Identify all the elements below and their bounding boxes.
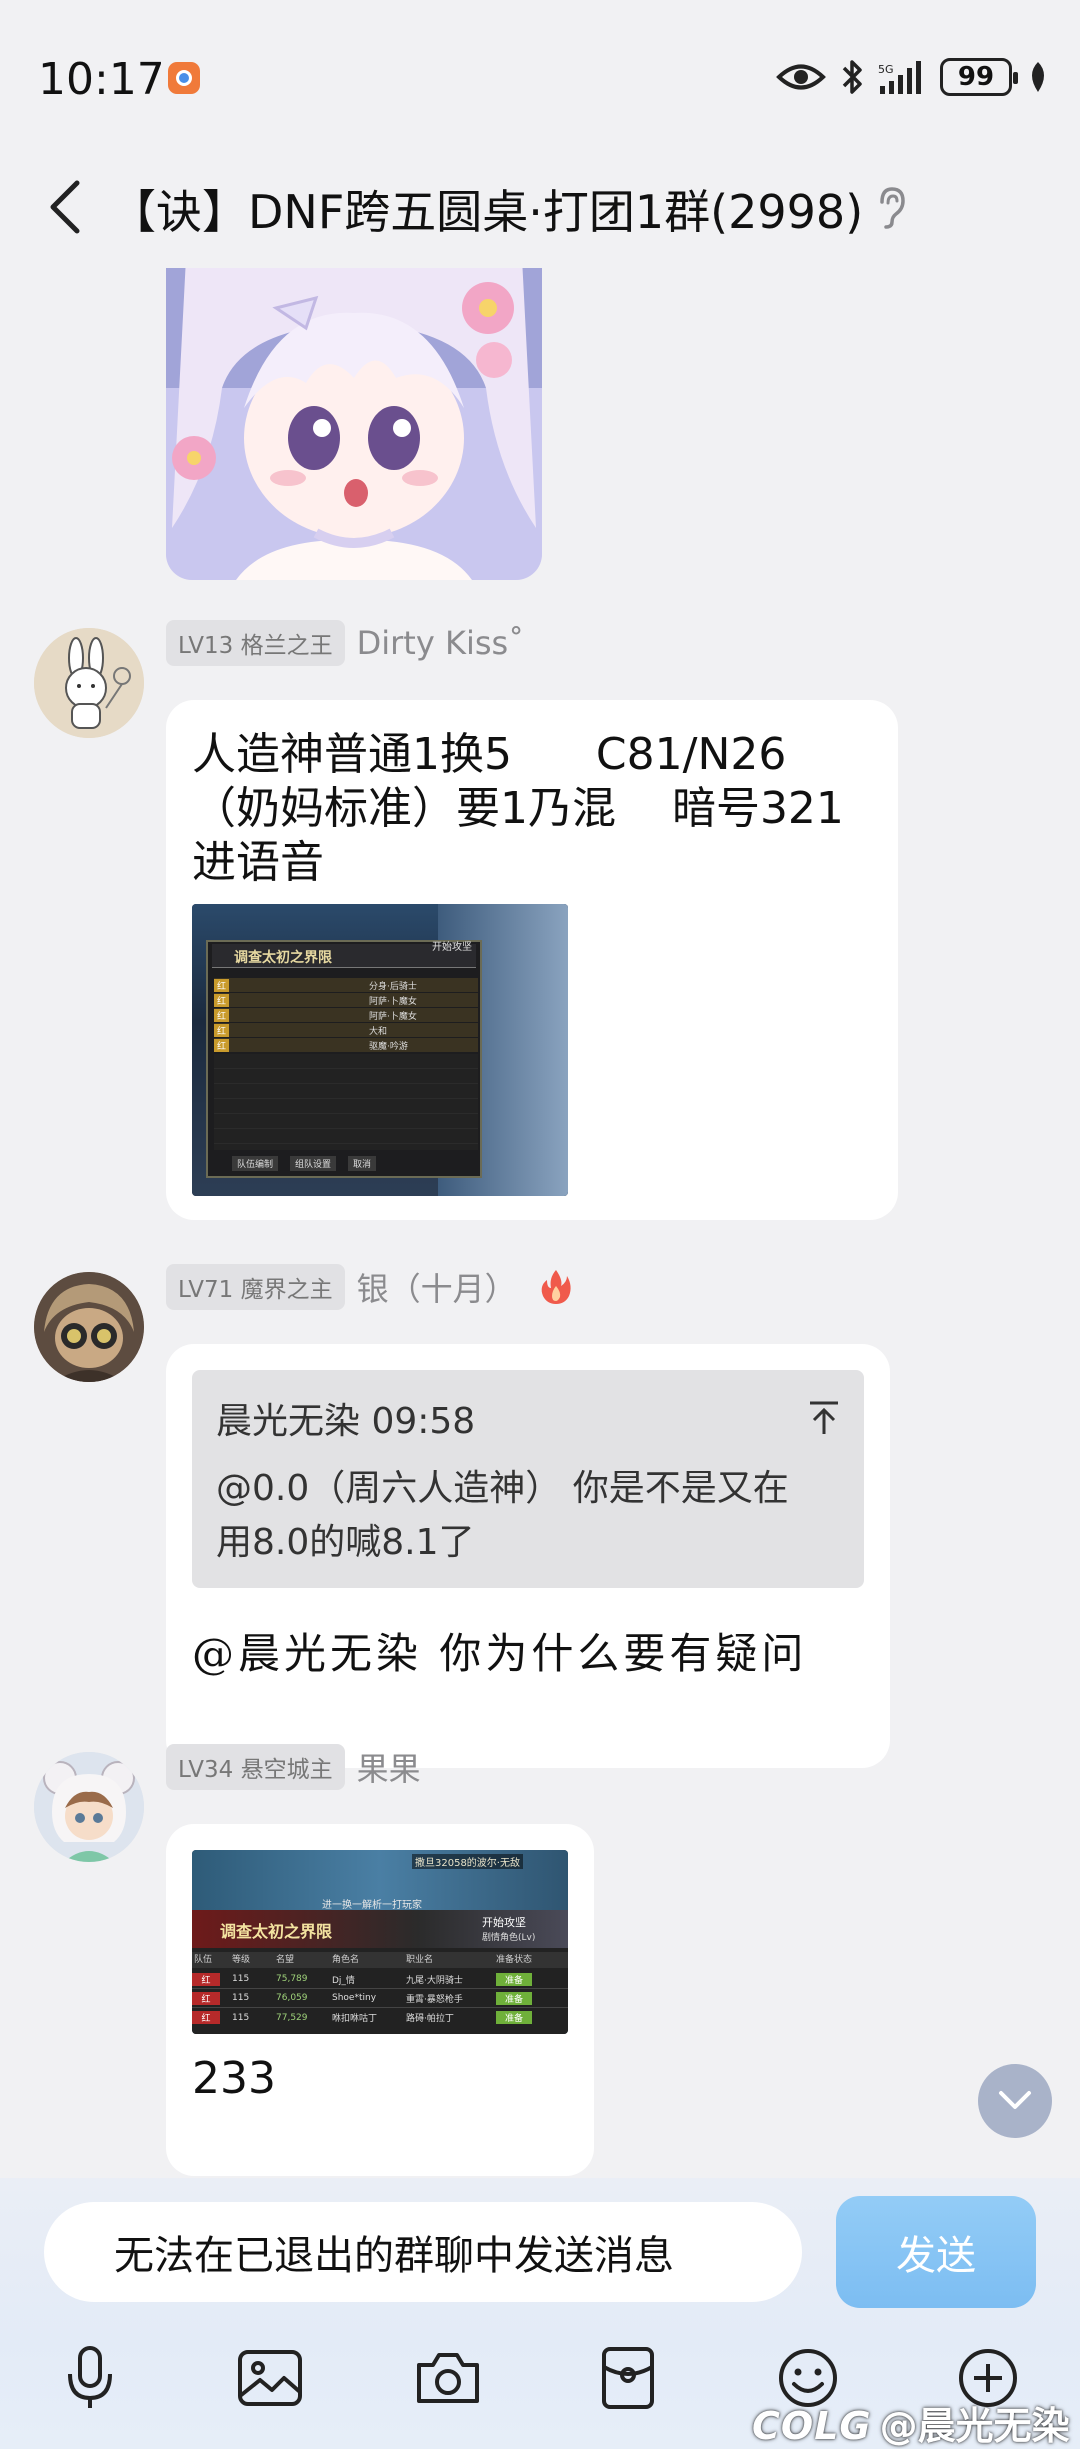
watermark-text: @晨光无染: [879, 2404, 1070, 2448]
game-column-header: 名望: [276, 1955, 295, 1965]
flame-badge-icon: [541, 1270, 571, 1304]
message-bubble[interactable]: 人造神普通1换5 C81/N26 （奶妈标准）要1乃混 暗号321 进语音 调查…: [166, 700, 898, 1220]
game-role-text: 阿萨·卜魔女: [369, 1011, 417, 1022]
level-badge: LV34 悬空城主: [166, 1744, 345, 1790]
message-input[interactable]: 无法在已退出的群聊中发送消息: [44, 2202, 802, 2302]
chat-header: 【诀】DNF跨五圆桌·打团1群(2998): [0, 150, 1080, 268]
message-bubble[interactable]: 晨光无染 09:58 @0.0（周六人造神） 你是不是又在 用8.0的喊8.1了…: [166, 1344, 890, 1768]
game-row: 红 115 76,059 Shoe*tiny 重霄·暴怒枪手 准备: [192, 1989, 568, 2008]
game-role-text: 分身·后骑士: [369, 981, 417, 992]
game-role-text: 大和: [369, 1026, 388, 1037]
game-row: 红 115 75,789 Dj_情 九尾·大阴骑士 准备: [192, 1970, 568, 1989]
red-packet-button[interactable]: [588, 2338, 668, 2418]
status-icons: 5G 99: [776, 58, 1050, 96]
game-button-label: 队伍编制: [232, 1156, 279, 1171]
anime-sticker-image[interactable]: [166, 268, 542, 580]
sender-meta: LV34 悬空城主 果果: [166, 1744, 421, 1790]
game-side-sub: 剧情角色(Lv): [482, 1933, 536, 1943]
voice-button[interactable]: [50, 2338, 130, 2418]
chevron-left-icon: [50, 180, 80, 234]
battery-indicator: 99: [940, 58, 1018, 96]
sender-meta: LV13 格兰之王 Dirty Kiss˚: [166, 620, 524, 666]
game-column-header: 队伍: [194, 1955, 213, 1965]
level-badge: LV13 格兰之王: [166, 620, 345, 666]
game-column-header: 等级: [232, 1955, 251, 1965]
chevron-down-icon: [999, 2091, 1031, 2109]
message-bubble[interactable]: 撒旦32058的波尔·无敌 进一换一解析一打玩家 调查太初之界限 开始攻坚 剧情…: [166, 1824, 594, 2176]
back-button[interactable]: [34, 172, 94, 242]
ear-icon[interactable]: [866, 180, 916, 236]
send-button[interactable]: 发送: [836, 2196, 1036, 2308]
game-column-header: 准备状态: [496, 1955, 533, 1965]
game-side-title: 开始攻坚: [432, 942, 472, 953]
game-role-text: 阿萨·卜魔女: [369, 996, 417, 1007]
chat-screen: 10:17 5G 99 【诀】DNF跨五圆桌·打团1群(2998) LV13 格…: [0, 0, 1080, 2449]
colg-logo: COLG: [752, 2404, 872, 2448]
message-text-line: （奶妈标准）要1乃混 暗号321: [192, 783, 844, 834]
camera-button[interactable]: [408, 2338, 488, 2418]
game-role-text: 驱魔·吟游: [369, 1041, 408, 1052]
quote-text-line: 用8.0的喊8.1了: [216, 1522, 475, 1563]
avatar-yin[interactable]: [34, 1272, 144, 1382]
sender-meta: LV71 魔界之主 银（十月）: [166, 1264, 573, 1310]
game-panel-title: 调查太初之界限: [220, 1922, 333, 1941]
message-text: @晨光无染 你为什么要有疑问: [192, 1629, 808, 1678]
eye-icon: [776, 64, 826, 90]
image-button[interactable]: [230, 2338, 310, 2418]
message-text-line: 进语音: [192, 837, 324, 888]
sender-nickname[interactable]: 果果: [357, 1744, 421, 1790]
game-sub-text: 进一换一解析一打玩家: [322, 1900, 422, 1911]
game-screenshot-image[interactable]: 撒旦32058的波尔·无敌 进一换一解析一打玩家 调查太初之界限 开始攻坚 剧情…: [192, 1850, 568, 2034]
level-badge: LV71 魔界之主: [166, 1264, 345, 1310]
leaf-icon: [1032, 62, 1044, 92]
message-text: 233: [192, 2053, 276, 2104]
game-screenshot-image[interactable]: 调查太初之界限 开始攻坚 红分身·后骑士 红阿萨·卜魔女 红阿萨·卜魔女 红大和…: [192, 904, 568, 1196]
avatar-guoguo[interactable]: [34, 1752, 144, 1862]
message-list[interactable]: LV13 格兰之王 Dirty Kiss˚ 人造神普通1换5 C81/N26 （…: [0, 268, 1080, 2178]
signal-icon: 5G: [878, 61, 921, 94]
group-title[interactable]: 【诀】DNF跨五圆桌·打团1群(2998): [110, 176, 863, 242]
microphone-icon: [68, 2346, 112, 2408]
game-row: 红 115 77,529 咻扣咻咕丁 路碍·帕拉丁 准备: [192, 2008, 568, 2027]
avatar-dirty-kiss[interactable]: [34, 628, 144, 738]
game-column-header: 角色名: [332, 1955, 360, 1965]
red-packet-icon: [602, 2347, 654, 2409]
quoted-message[interactable]: 晨光无染 09:58 @0.0（周六人造神） 你是不是又在 用8.0的喊8.1了: [192, 1370, 864, 1588]
game-button-label: 组队设置: [290, 1156, 337, 1171]
image-icon: [238, 2350, 302, 2406]
jump-to-top-icon[interactable]: [808, 1400, 840, 1436]
sender-nickname[interactable]: 银（十月）: [357, 1264, 517, 1310]
status-time: 10:17: [38, 54, 165, 105]
message-text-line: 人造神普通1换5 C81/N26: [192, 729, 787, 780]
scroll-to-bottom-button[interactable]: [978, 2064, 1052, 2138]
game-top-text: 撒旦32058的波尔·无敌: [412, 1854, 523, 1869]
bluetooth-icon: [842, 60, 862, 94]
sender-nickname[interactable]: Dirty Kiss˚: [357, 624, 525, 662]
svg-text:5G: 5G: [878, 63, 894, 76]
quote-text-line: @0.0（周六人造神） 你是不是又在: [216, 1468, 789, 1509]
quote-author-time: 晨光无染 09:58: [216, 1401, 476, 1442]
game-side-title: 开始攻坚: [482, 1916, 526, 1929]
watermark: COLG @晨光无染: [752, 2395, 1070, 2449]
status-bar: 10:17 5G 99: [0, 0, 1080, 150]
game-button-label: 取消: [348, 1156, 377, 1171]
camera-icon: [417, 2353, 479, 2403]
game-column-header: 职业名: [406, 1955, 434, 1965]
notification-app-icon: [168, 62, 200, 94]
game-panel-title: 调查太初之界限: [234, 950, 332, 966]
